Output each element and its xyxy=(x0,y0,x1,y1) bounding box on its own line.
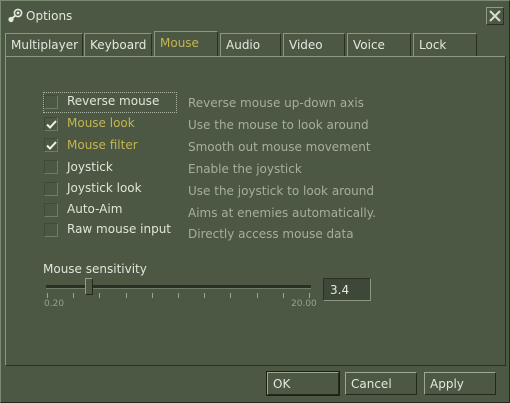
tab-voice[interactable]: Voice xyxy=(347,33,411,56)
slider-tick xyxy=(309,293,310,298)
mouse-sensitivity-label: Mouse sensitivity xyxy=(43,262,147,276)
slider-tick xyxy=(73,293,74,298)
checkmark-icon xyxy=(46,120,57,129)
slider-tick xyxy=(152,293,153,298)
tab-keyboard[interactable]: Keyboard xyxy=(84,33,152,56)
raw-mouse-input-description: Directly access mouse data xyxy=(188,227,354,241)
steam-icon xyxy=(7,8,23,24)
slider-tick xyxy=(204,293,205,298)
tab-multiplayer[interactable]: Multiplayer xyxy=(5,33,83,56)
mouse-filter-description: Smooth out mouse movement xyxy=(188,140,371,154)
tab-lock[interactable]: Lock xyxy=(413,33,477,56)
mouse-look-description: Use the mouse to look around xyxy=(188,118,369,132)
close-x-icon xyxy=(489,10,501,22)
apply-button[interactable]: Apply xyxy=(424,372,496,395)
tab-audio[interactable]: Audio xyxy=(220,33,281,56)
slider-min-label: 0.20 xyxy=(44,299,65,309)
slider-tick xyxy=(99,293,100,298)
slider-tick xyxy=(283,293,284,298)
mouse-look-label[interactable]: Mouse look xyxy=(67,116,135,130)
tab-mouse[interactable]: Mouse xyxy=(154,31,218,56)
joystick-checkbox[interactable] xyxy=(44,160,58,174)
raw-mouse-input-label[interactable]: Raw mouse input xyxy=(67,222,171,236)
slider-tick xyxy=(126,293,127,298)
auto-aim-checkbox[interactable] xyxy=(44,203,58,217)
reverse-mouse-description: Reverse mouse up-down axis xyxy=(188,96,364,110)
joystick-description: Enable the joystick xyxy=(188,162,302,176)
reverse-mouse-checkbox[interactable] xyxy=(44,95,58,109)
cancel-button[interactable]: Cancel xyxy=(345,372,417,395)
title-bar[interactable]: Options xyxy=(1,1,509,31)
raw-mouse-input-checkbox[interactable] xyxy=(44,223,58,237)
tab-video[interactable]: Video xyxy=(283,33,345,56)
mouse-look-checkbox[interactable] xyxy=(44,117,58,131)
slider-tick xyxy=(230,293,231,298)
slider-max-label: 20.00 xyxy=(291,299,317,309)
close-button[interactable] xyxy=(486,7,504,25)
joystick-label[interactable]: Joystick xyxy=(67,160,113,174)
joystick-look-checkbox[interactable] xyxy=(44,182,58,196)
options-dialog: Options Multiplayer Keyboard Mouse Audio… xyxy=(0,0,510,403)
checkmark-icon xyxy=(46,141,57,150)
auto-aim-label[interactable]: Auto-Aim xyxy=(67,202,122,216)
reverse-mouse-label[interactable]: Reverse mouse xyxy=(67,94,159,108)
joystick-look-description: Use the joystick to look around xyxy=(188,184,375,198)
slider-tick xyxy=(47,293,48,298)
sensitivity-slider-thumb[interactable] xyxy=(85,278,93,295)
window-title: Options xyxy=(26,9,73,23)
auto-aim-description: Aims at enemies automatically. xyxy=(188,206,376,220)
sensitivity-value-input[interactable]: 3.4 xyxy=(323,278,371,301)
slider-tick xyxy=(257,293,258,298)
mouse-filter-checkbox[interactable] xyxy=(44,138,58,152)
joystick-look-label[interactable]: Joystick look xyxy=(67,181,142,195)
ok-button[interactable]: OK xyxy=(266,371,340,396)
slider-tick xyxy=(178,293,179,298)
mouse-filter-label[interactable]: Mouse filter xyxy=(67,138,138,152)
